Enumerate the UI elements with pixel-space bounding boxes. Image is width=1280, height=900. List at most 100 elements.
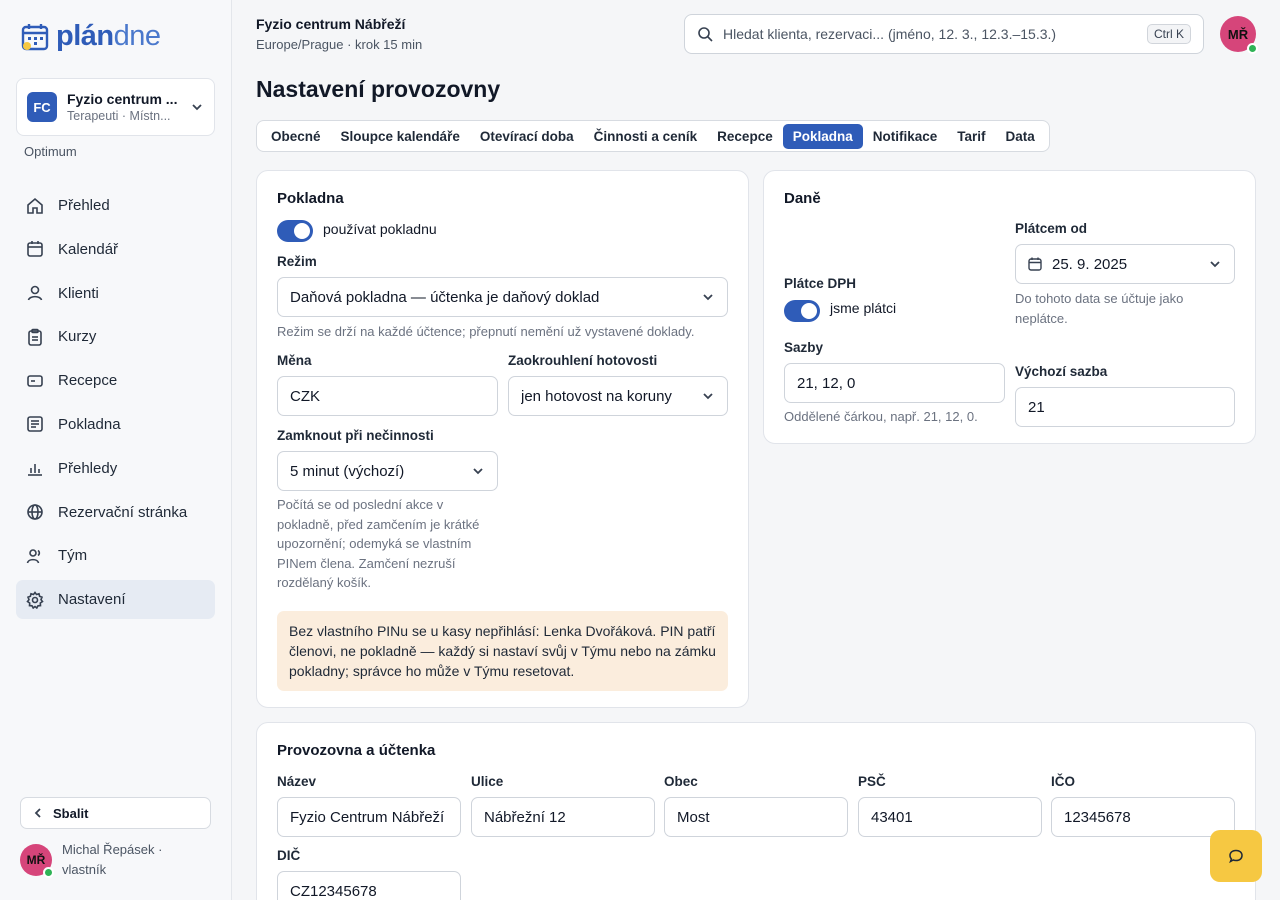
provozovna-title: Provozovna a účtenka — [277, 742, 436, 759]
calendar-icon — [27, 241, 43, 258]
header-avatar[interactable]: MŘ — [1220, 16, 1258, 54]
sidebar-item-kalendar[interactable]: Kalendář — [16, 230, 215, 269]
org-switcher[interactable]: FC Fyzio centrum ... Terapeuti · Místn..… — [16, 78, 215, 136]
sidebar-item-label: Tým — [58, 547, 88, 565]
vat-payer-toggle[interactable] — [784, 300, 820, 322]
brand-logo[interactable]: plándne — [20, 20, 161, 53]
dic-value: CZ12345678 — [290, 882, 377, 900]
street-input[interactable]: Nábřežní 12 — [471, 797, 655, 837]
mode-label: Režim — [277, 254, 317, 269]
chevron-down-icon — [703, 294, 713, 301]
rates-value: 21, 12, 0 — [797, 374, 856, 392]
clipboard-icon — [28, 328, 42, 346]
rounding-value: jen hotovost na koruny — [521, 387, 672, 405]
street-label: Ulice — [471, 774, 504, 789]
zip-input[interactable]: 43401 — [858, 797, 1042, 837]
name-input[interactable]: Fyzio Centrum Nábřeží — [277, 797, 461, 837]
default-rate-input[interactable]: 21 — [1015, 387, 1235, 427]
sidebar-item-label: Kalendář — [58, 240, 119, 258]
chevron-down-icon — [1210, 261, 1220, 268]
avatar: MŘ — [20, 844, 54, 878]
use-cashier-toggle[interactable] — [277, 220, 313, 242]
pokladna-card: Pokladna používat pokladnu Režim Daňová … — [256, 170, 749, 708]
provozovna-card: Provozovna a účtenka Název Fyzio Centrum… — [256, 722, 1256, 900]
rounding-label: Zaokrouhlení hotovosti — [508, 353, 658, 368]
dic-label: DIČ — [277, 848, 301, 863]
zip-value: 43401 — [871, 808, 913, 826]
payer-since-value: 25. 9. 2025 — [1052, 255, 1128, 273]
tab-data[interactable]: Data — [996, 124, 1045, 149]
calendar-icon — [1028, 257, 1042, 271]
page-title: Nastavení provozovny — [256, 76, 501, 102]
sidebar-item-klienti[interactable]: Klienti — [16, 274, 215, 313]
dic-input[interactable]: CZ12345678 — [277, 871, 461, 900]
city-input[interactable]: Most — [664, 797, 848, 837]
user-icon — [27, 285, 43, 301]
sidebar-item-recepce[interactable]: Recepce — [16, 361, 215, 400]
search-placeholder: Hledat klienta, rezervaci... (jméno, 12.… — [723, 26, 1057, 42]
search-input[interactable]: Hledat klienta, rezervaci... (jméno, 12.… — [684, 14, 1204, 54]
online-status-dot — [43, 867, 54, 878]
rates-input[interactable]: 21, 12, 0 — [784, 363, 1005, 403]
dane-card: Daně Plátce DPH jsme plátci Plátcem od 2… — [763, 170, 1256, 444]
sidebar-item-label: Přehled — [58, 197, 110, 214]
city-label: Obec — [664, 774, 698, 789]
avatar-initials: MŘ — [1227, 26, 1249, 42]
use-cashier-label: používat pokladnu — [323, 221, 437, 237]
ico-value: 12345678 — [1064, 808, 1131, 826]
logo-wordmark: plándne — [56, 20, 161, 53]
user-profile[interactable]: MŘ Michal Řepásek · vlastník — [20, 840, 162, 880]
vat-payer-toggle-label: jsme plátci — [830, 300, 897, 316]
globe-icon — [27, 504, 43, 520]
tab-sloupce-kalendare[interactable]: Sloupce kalendáře — [331, 124, 470, 149]
sidebar-item-label: Pokladna — [58, 415, 121, 433]
chevron-left-icon — [34, 808, 41, 818]
ico-input[interactable]: 12345678 — [1051, 797, 1235, 837]
sidebar-nav: Přehled Kalendář Klienti Kurzy Recepce P… — [16, 186, 215, 624]
sidebar-item-label: Recepce — [58, 372, 118, 390]
payer-since-date-picker[interactable]: 25. 9. 2025 — [1015, 244, 1235, 284]
plan-name: Optimum — [24, 144, 77, 159]
lock-select[interactable]: 5 minut (výchozí) — [277, 451, 498, 491]
rates-label: Sazby — [784, 340, 824, 355]
tab-obecne[interactable]: Obecné — [261, 124, 331, 149]
receipt-icon — [27, 416, 43, 433]
sidebar-item-pokladna[interactable]: Pokladna — [16, 405, 215, 444]
mode-select[interactable]: Daňová pokladna — účtenka je daňový dokl… — [277, 277, 728, 317]
location-title: Fyzio centrum Nábřeží — [256, 16, 406, 32]
sidebar: plándne FC Fyzio centrum ... Terapeuti ·… — [0, 0, 232, 900]
sidebar-item-label: Kurzy — [58, 328, 97, 346]
mode-help: Režim se drží na každé účtence; přepnutí… — [277, 324, 695, 339]
sidebar-item-rezervacni-stranka[interactable]: Rezervační stránka — [16, 493, 215, 532]
lock-value: 5 minut (výchozí) — [290, 462, 405, 480]
org-name: Fyzio centrum ... — [67, 91, 178, 107]
settings-tabs: Obecné Sloupce kalendáře Otevírací doba … — [256, 120, 1050, 152]
collapse-sidebar-button[interactable]: Sbalit — [20, 797, 211, 829]
sidebar-item-prehled[interactable]: Přehled — [16, 186, 215, 225]
sidebar-item-nastaveni[interactable]: Nastavení — [16, 580, 215, 620]
rounding-select[interactable]: jen hotovost na koruny — [508, 376, 728, 416]
sidebar-item-label: Rezervační stránka — [58, 503, 188, 521]
tab-pokladna[interactable]: Pokladna — [782, 123, 863, 149]
chat-button[interactable] — [1210, 830, 1262, 882]
user-role: vlastník — [62, 862, 107, 877]
currency-input[interactable]: CZK — [277, 376, 498, 416]
payer-since-label: Plátcem od — [1015, 221, 1088, 236]
lock-help: Počítá se od poslední akce v pokladně, p… — [277, 497, 480, 590]
keyboard-shortcut-badge: Ctrl K — [1147, 24, 1191, 44]
sidebar-item-kurzy[interactable]: Kurzy — [16, 317, 215, 356]
sidebar-item-prehledy[interactable]: Přehledy — [16, 449, 215, 488]
home-icon — [27, 197, 43, 214]
tab-oteviraci-doba[interactable]: Otevírací doba — [470, 124, 584, 149]
pokladna-title: Pokladna — [277, 190, 344, 207]
tab-tarif[interactable]: Tarif — [947, 124, 995, 149]
gear-icon — [26, 590, 44, 609]
sidebar-item-tym[interactable]: Tým — [16, 536, 215, 575]
missing-pin-warning: Bez vlastního PINu se u kasy nepřihlásí:… — [277, 611, 728, 691]
chevron-down-icon — [473, 468, 483, 475]
tab-recepce[interactable]: Recepce — [707, 124, 783, 149]
org-badge: FC — [27, 92, 57, 122]
tab-notifikace[interactable]: Notifikace — [863, 124, 948, 149]
tab-cinnosti-a-cenik[interactable]: Činnosti a ceník — [584, 124, 708, 149]
chat-bubble-icon — [1229, 849, 1243, 864]
